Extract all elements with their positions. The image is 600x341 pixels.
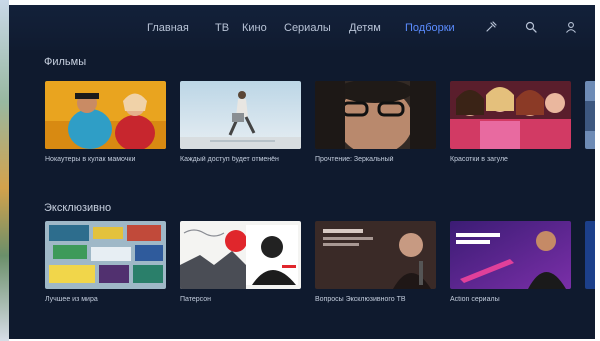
movies-row: Нокаутеры в кулак мамочки Каждый доступ … bbox=[9, 81, 600, 201]
movie-title: Прочтение: Зеркальный bbox=[315, 156, 394, 163]
nav-item-home[interactable]: Главная bbox=[147, 22, 189, 34]
exclusive-card[interactable]: Патерсон bbox=[180, 221, 301, 303]
exclusive-row: Лучшее из мира Патерсон Вопросы Эксклюзи… bbox=[9, 221, 600, 341]
nav-item-collections[interactable]: Подборки bbox=[405, 22, 455, 34]
nav-item-tv[interactable]: ТВ bbox=[215, 22, 229, 34]
movie-poster bbox=[315, 81, 436, 149]
movie-poster bbox=[450, 81, 571, 149]
exclusive-title: Вопросы Эксклюзивного ТВ bbox=[315, 296, 406, 303]
movie-card[interactable]: Прочтение: Зеркальный bbox=[315, 81, 436, 163]
search-icon[interactable] bbox=[525, 21, 537, 33]
exclusive-title: Патерсон bbox=[180, 296, 212, 303]
exclusive-poster bbox=[180, 221, 301, 289]
movie-poster bbox=[180, 81, 301, 149]
exclusive-title: Лучшее из мира bbox=[45, 296, 98, 303]
nav-item-series[interactable]: Сериалы bbox=[284, 22, 331, 34]
nav-item-kids[interactable]: Детям bbox=[349, 22, 381, 34]
background-wallpaper-edge bbox=[0, 0, 9, 341]
profile-icon[interactable] bbox=[565, 21, 577, 33]
movie-card[interactable]: Нокаутеры в кулак мамочки bbox=[45, 81, 166, 163]
exclusive-poster bbox=[450, 221, 571, 289]
top-navigation: Главная ТВ Кино Сериалы Детям Подборки bbox=[9, 5, 600, 50]
exclusive-card[interactable]: Action сериалы bbox=[450, 221, 571, 303]
section-title-movies: Фильмы bbox=[44, 56, 87, 68]
exclusive-poster bbox=[315, 221, 436, 289]
movie-poster bbox=[45, 81, 166, 149]
exclusive-card[interactable]: Вопросы Эксклюзивного ТВ bbox=[315, 221, 436, 303]
streaming-app-window: Главная ТВ Кино Сериалы Детям Подборки Ф… bbox=[9, 5, 600, 339]
exclusive-poster bbox=[45, 221, 166, 289]
movie-title: Нокаутеры в кулак мамочки bbox=[45, 156, 136, 163]
movie-title: Красотки в загуле bbox=[450, 156, 508, 163]
exclusive-card[interactable]: Лучшее из мира bbox=[45, 221, 166, 303]
tools-icon[interactable] bbox=[485, 21, 497, 33]
exclusive-title: Action сериалы bbox=[450, 296, 500, 303]
movie-card[interactable]: Красотки в загуле bbox=[450, 81, 571, 163]
section-title-exclusive: Эксклюзивно bbox=[44, 202, 112, 214]
movie-title: Каждый доступ будет отменён bbox=[180, 156, 279, 163]
screen-edge bbox=[595, 0, 600, 341]
nav-item-movies[interactable]: Кино bbox=[242, 22, 267, 34]
movie-card[interactable]: Каждый доступ будет отменён bbox=[180, 81, 301, 163]
